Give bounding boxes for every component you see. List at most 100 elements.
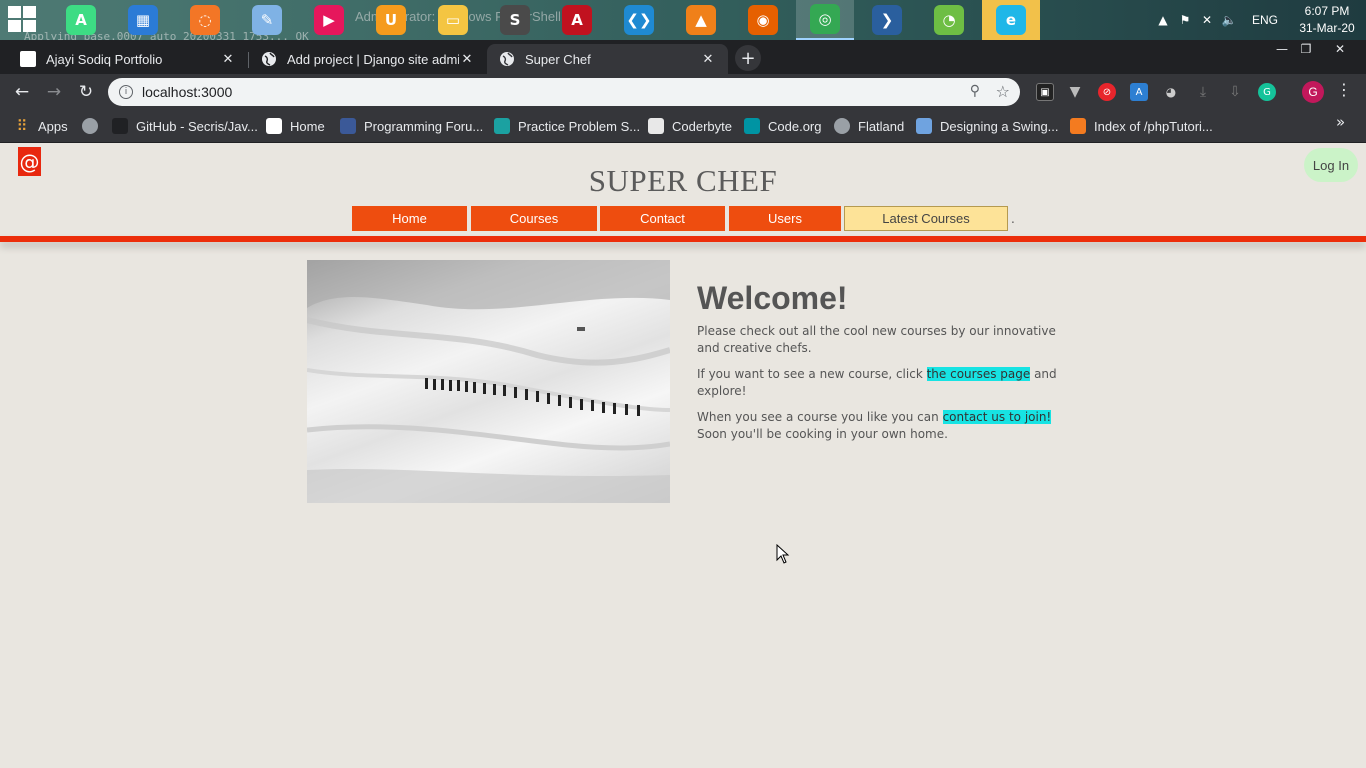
nav-latest-courses[interactable]: Latest Courses	[844, 206, 1008, 231]
nav-courses[interactable]: Courses	[471, 206, 597, 231]
grammarly-icon[interactable]: G	[1258, 83, 1276, 101]
new-tab-button[interactable]: +	[735, 45, 761, 71]
zoom-icon[interactable]: ⚲	[970, 83, 980, 99]
vue-devtools-icon[interactable]: ▼	[1066, 83, 1084, 101]
taskbar-app-acrobat[interactable]: A	[548, 0, 606, 40]
wifi-off-icon[interactable]: ✕	[1196, 9, 1218, 31]
forward-button[interactable]: →	[42, 80, 66, 104]
practice-icon	[494, 118, 510, 134]
bookmark-label: Practice Problem S...	[518, 118, 641, 134]
profile-avatar[interactable]: G	[1302, 81, 1324, 103]
bookmark-item[interactable]: Designing a Swing...	[916, 116, 1059, 136]
etisalat-icon: ◔	[934, 5, 964, 35]
close-icon[interactable]: ✕	[459, 51, 475, 67]
address-bar[interactable]: i localhost:3000 ⚲ ☆	[108, 78, 1020, 106]
taskbar-app-firefox[interactable]: ◉	[734, 0, 792, 40]
bookmark-star-icon[interactable]: ☆	[996, 82, 1010, 101]
taskbar-app-control-panel[interactable]: ▦	[114, 0, 172, 40]
tab-strip: Ajayi Sodiq Portfolio ✕ Add project | Dj…	[0, 40, 1366, 74]
bookmark-item[interactable]: ⠿ Apps	[14, 116, 68, 136]
bookmark-item[interactable]: Index of /phpTutori...	[1070, 116, 1213, 136]
bookmark-item[interactable]: Programming Foru...	[340, 116, 483, 136]
taskbar-app-vlc[interactable]: ▲	[672, 0, 730, 40]
taskbar-app-notepad[interactable]: ✎	[238, 0, 296, 40]
info-icon[interactable]: i	[119, 85, 133, 99]
globe-icon	[82, 118, 98, 134]
window-close-button[interactable]: ✕	[1326, 40, 1354, 58]
edge-icon: e	[996, 5, 1026, 35]
globe-icon	[261, 51, 277, 67]
close-icon[interactable]: ✕	[220, 51, 236, 67]
jupyter-icon: ◌	[190, 5, 220, 35]
contact-link[interactable]: contact us to join!	[942, 410, 1052, 424]
media-player-icon: ▶	[314, 5, 344, 35]
bookmark-label: Index of /phpTutori...	[1094, 118, 1213, 134]
nav-home[interactable]: Home	[352, 206, 467, 231]
taskbar-app-android-studio[interactable]: A	[52, 0, 110, 40]
chrome-icon: ◎	[810, 4, 840, 34]
extension-box-icon[interactable]: ▣	[1036, 83, 1054, 101]
tray-overflow-icon[interactable]: ▲	[1152, 9, 1174, 31]
close-icon[interactable]: ✕	[700, 51, 716, 67]
bookmark-item[interactable]: Home	[266, 116, 325, 136]
nav-users[interactable]: Users	[729, 206, 841, 231]
bookmark-item[interactable]	[82, 116, 106, 136]
bookmark-label: Code.org	[768, 118, 822, 134]
bookmark-item[interactable]: Practice Problem S...	[494, 116, 640, 136]
reload-button[interactable]: ↻	[74, 80, 98, 104]
spy-icon[interactable]: ◕	[1162, 83, 1180, 101]
bookmark-item[interactable]: Code.org	[744, 116, 821, 136]
courses-paragraph: If you want to see a new course, click t…	[697, 366, 1059, 400]
taskbar-app-file-explorer[interactable]: ▭	[424, 0, 482, 40]
bookmark-label: Apps	[38, 118, 68, 134]
taskbar-app-chrome[interactable]: ◎	[796, 0, 854, 40]
back-button[interactable]: ←	[10, 80, 34, 104]
bookmark-label: Flatland	[858, 118, 905, 134]
taskbar-app-uc-browser[interactable]: U	[362, 0, 420, 40]
bookmark-label: Coderbyte	[672, 118, 732, 134]
translate-icon[interactable]: A	[1130, 83, 1148, 101]
browser-toolbar: ← → ↻ i localhost:3000 ⚲ ☆ ▣ ▼ ⊘ A ◕ ⤓ ⇩…	[0, 74, 1366, 110]
language-indicator[interactable]: ENG	[1252, 13, 1278, 27]
sublime-text-icon: S	[500, 5, 530, 35]
tab-title: Super Chef	[525, 51, 591, 67]
taskbar-app-jupyter[interactable]: ◌	[176, 0, 234, 40]
volume-icon[interactable]: 🔈	[1218, 9, 1240, 31]
page-icon	[20, 51, 36, 67]
bookmark-item[interactable]: GitHub - Secris/Jav...	[112, 116, 258, 136]
coderbyte-icon	[648, 118, 664, 134]
nav-contact[interactable]: Contact	[600, 206, 725, 231]
clock[interactable]: 6:07 PM 31-Mar-20	[1292, 3, 1362, 37]
bookmark-item[interactable]: Flatland	[834, 116, 904, 136]
paragraph-text: Soon you'll be cooking in your own home.	[697, 427, 948, 441]
network-alert-icon[interactable]: ⚑	[1174, 9, 1196, 31]
bookmark-item[interactable]: Coderbyte	[648, 116, 732, 136]
taskbar-app-vscode[interactable]: ❮❯	[610, 0, 668, 40]
adblock-icon[interactable]: ⊘	[1098, 83, 1116, 101]
paragraph-text: If you want to see a new course, click	[697, 367, 927, 381]
system-tray: ▲ ⚑ ✕ 🔈 ENG 6:07 PM 31-Mar-20	[1152, 0, 1366, 40]
page-icon	[266, 118, 282, 134]
taskbar-app-etisalat[interactable]: ◔	[920, 0, 978, 40]
apps-grid-icon: ⠿	[16, 118, 28, 135]
contact-paragraph: When you see a course you like you can c…	[697, 409, 1059, 443]
bookmarks-overflow-icon[interactable]: »	[1336, 113, 1345, 131]
tab-ajayi-portfolio[interactable]: Ajayi Sodiq Portfolio ✕	[8, 44, 248, 74]
save-icon[interactable]: ⇩	[1226, 83, 1244, 101]
courses-page-link[interactable]: the courses page	[926, 367, 1031, 381]
windows-taskbar: Applying base.0007_auto_20200331_1753...…	[0, 0, 1366, 43]
taskbar-app-sublime-text[interactable]: S	[486, 0, 544, 40]
tab-django-admin[interactable]: Add project | Django site admin ✕	[249, 44, 487, 74]
restore-button[interactable]: ❐	[1292, 40, 1320, 58]
download-icon[interactable]: ⤓	[1194, 83, 1212, 101]
xampp-icon	[1070, 118, 1086, 134]
tab-super-chef[interactable]: Super Chef ✕	[487, 44, 728, 74]
bookmark-label: Home	[290, 118, 325, 134]
uc-browser-icon: U	[376, 5, 406, 35]
taskbar-app-media-player[interactable]: ▶	[300, 0, 358, 40]
menu-icon[interactable]: ⋮	[1334, 80, 1354, 99]
taskbar-app-edge[interactable]: e	[982, 0, 1040, 40]
taskbar-app-powershell[interactable]: ❯	[858, 0, 916, 40]
address-url[interactable]: localhost:3000	[142, 84, 232, 100]
bookmarks-bar: ⠿ Apps GitHub - Secris/Jav... Home Programmi…	[0, 110, 1366, 143]
